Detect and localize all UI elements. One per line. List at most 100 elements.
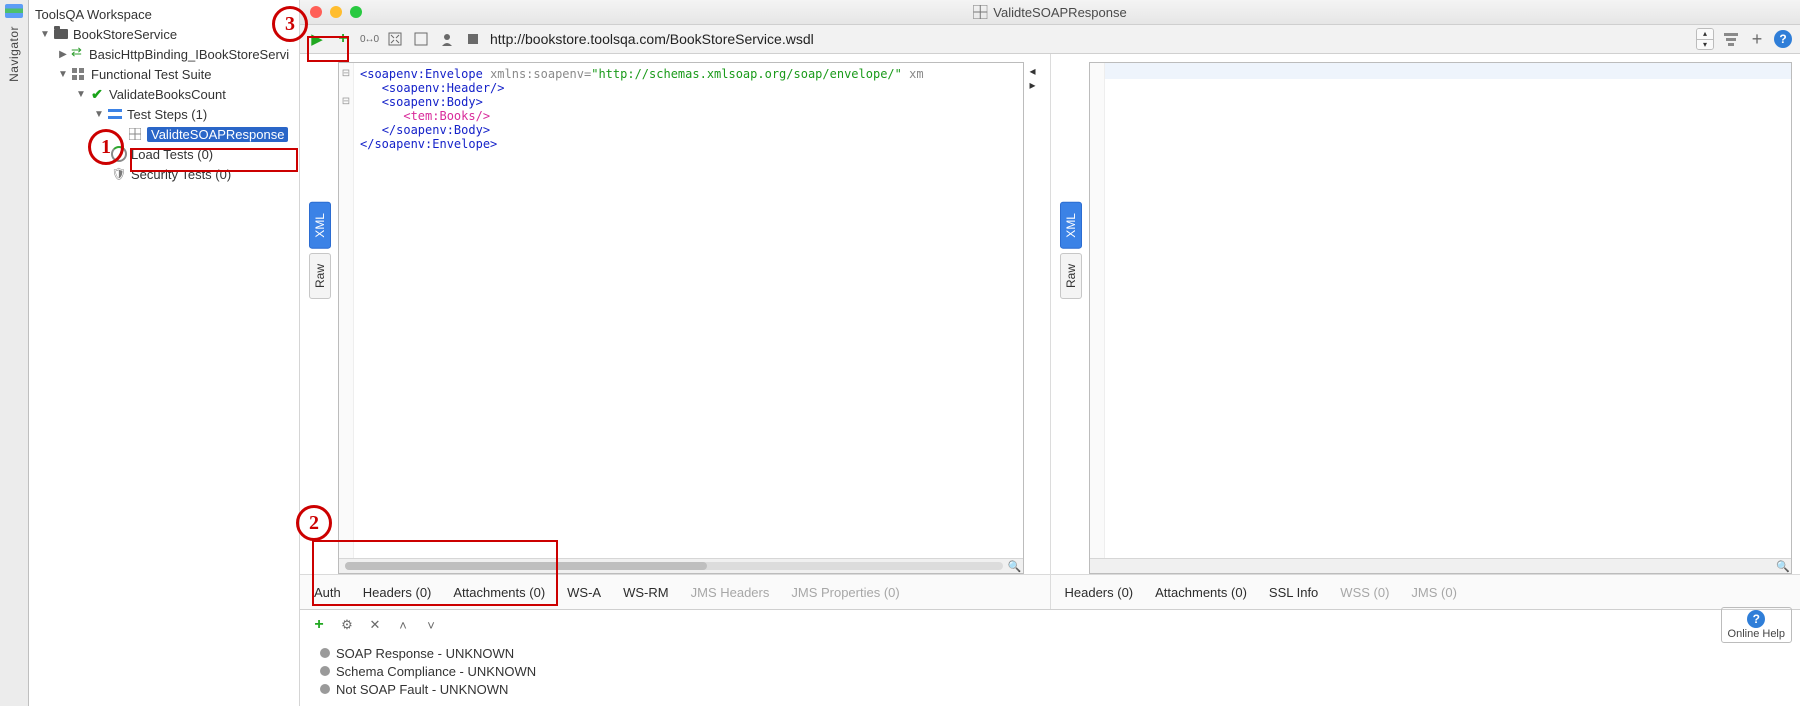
- editor-footer: 🔍: [1090, 558, 1792, 573]
- window-title: ValidteSOAPResponse: [973, 5, 1126, 20]
- twisty-icon[interactable]: ▼: [57, 68, 69, 80]
- editor-gutter: ⊟ ⊟: [339, 63, 354, 558]
- tree-label: BookStoreService: [73, 27, 177, 42]
- callout-2-box: [312, 540, 558, 606]
- request-panel: XML Raw ⊟ ⊟ <soapenv:Envelope xmlns:soap…: [300, 54, 1051, 609]
- tree-testcase[interactable]: ▼ ✔ ValidateBooksCount: [29, 84, 299, 104]
- status-dot-icon: [320, 648, 330, 658]
- assertion-item[interactable]: Not SOAP Fault - UNKNOWN: [320, 680, 1788, 698]
- assertions-toolbar: + ⚙ ✕ ˄ ˅ ? Online Help: [300, 609, 1800, 640]
- tree-label: ValidateBooksCount: [109, 87, 226, 102]
- close-window-button[interactable]: [310, 6, 322, 18]
- toolbar-box-icon[interactable]: [412, 30, 430, 48]
- callout-2: 2: [296, 505, 332, 541]
- tab-wsa[interactable]: WS-A: [567, 585, 601, 600]
- assertion-label: Schema Compliance - UNKNOWN: [336, 664, 536, 679]
- callout-3-box: [307, 36, 349, 62]
- add-assertion-button[interactable]: +: [310, 616, 328, 634]
- toolbar-stop-icon[interactable]: [464, 30, 482, 48]
- vtab-xml[interactable]: XML: [1060, 202, 1082, 249]
- tree-workspace[interactable]: ToolsQA Workspace: [29, 4, 299, 24]
- zoom-window-button[interactable]: [350, 6, 362, 18]
- assertion-label: Not SOAP Fault - UNKNOWN: [336, 682, 508, 697]
- online-help-button[interactable]: ? Online Help: [1721, 607, 1792, 643]
- tab-jmsproperties[interactable]: JMS Properties (0): [791, 585, 899, 600]
- tree-teststep-selected[interactable]: ValidteSOAPResponse: [29, 124, 299, 144]
- toolbar-plus-icon[interactable]: +: [1748, 30, 1766, 48]
- navigator-icon[interactable]: [5, 4, 23, 18]
- window-title-text: ValidteSOAPResponse: [993, 5, 1126, 20]
- soap-request-icon: [973, 5, 987, 19]
- request-xml-content[interactable]: <soapenv:Envelope xmlns:soapenv="http://…: [354, 63, 1023, 558]
- minimize-window-button[interactable]: [330, 6, 342, 18]
- callout-3: 3: [272, 6, 308, 42]
- window-titlebar: ValidteSOAPResponse: [300, 0, 1800, 25]
- tab-jmsheaders[interactable]: JMS Headers: [691, 585, 770, 600]
- toolbar-action-1[interactable]: 0↔0: [360, 30, 378, 48]
- tree-label: Test Steps (1): [127, 107, 207, 122]
- tree-label: ToolsQA Workspace: [35, 7, 152, 22]
- tab-attachments[interactable]: Attachments (0): [1155, 585, 1247, 600]
- request-editor[interactable]: ⊟ ⊟ <soapenv:Envelope xmlns:soapenv="htt…: [338, 62, 1024, 574]
- tab-headers[interactable]: Headers (0): [1065, 585, 1134, 600]
- tab-jms[interactable]: JMS (0): [1411, 585, 1457, 600]
- navigator-label: Navigator: [7, 26, 21, 82]
- callout-1-box: [130, 148, 298, 172]
- toolbar-user-icon[interactable]: [438, 30, 456, 48]
- testcase-icon: ✔: [89, 86, 105, 102]
- tree-label: ValidteSOAPResponse: [147, 127, 288, 142]
- status-dot-icon: [320, 684, 330, 694]
- exchange-arrows[interactable]: ◂▸: [1024, 62, 1042, 574]
- teststeps-icon: [107, 106, 123, 122]
- assertion-label: SOAP Response - UNKNOWN: [336, 646, 514, 661]
- vtab-xml[interactable]: XML: [309, 202, 331, 249]
- twisty-icon[interactable]: ▶: [57, 48, 69, 60]
- project-tree: ToolsQA Workspace ▼ BookStoreService ▶ B…: [29, 0, 300, 706]
- assertions-list: SOAP Response - UNKNOWN Schema Complianc…: [300, 640, 1800, 706]
- tab-ssl[interactable]: SSL Info: [1269, 585, 1318, 600]
- twisty-icon[interactable]: ▼: [39, 28, 51, 40]
- tab-wsrm[interactable]: WS-RM: [623, 585, 669, 600]
- response-vtabs: XML Raw: [1059, 202, 1083, 574]
- response-xml-content[interactable]: [1105, 63, 1792, 558]
- folder-icon: [53, 26, 69, 42]
- response-editor[interactable]: 🔍: [1089, 62, 1793, 574]
- vtab-raw[interactable]: Raw: [1060, 253, 1082, 299]
- status-dot-icon: [320, 666, 330, 676]
- toolbar-filter-icon[interactable]: [1722, 30, 1740, 48]
- tree-project[interactable]: ▼ BookStoreService: [29, 24, 299, 44]
- endpoint-stepper[interactable]: ▴▾: [1696, 28, 1714, 50]
- tree-label: Functional Test Suite: [91, 67, 211, 82]
- navigator-strip: Navigator: [0, 0, 29, 706]
- window-controls: [310, 6, 362, 18]
- editor-search-icon[interactable]: 🔍: [1777, 560, 1789, 572]
- assertion-item[interactable]: SOAP Response - UNKNOWN: [320, 644, 1788, 662]
- soap-request-icon: [127, 126, 143, 142]
- remove-assertion-button[interactable]: ✕: [366, 616, 384, 634]
- request-toolbar: ▶ + 0↔0 http://bookstore.toolsqa.com/Boo…: [300, 25, 1800, 54]
- twisty-icon[interactable]: ▼: [75, 88, 87, 100]
- tree-binding[interactable]: ▶ BasicHttpBinding_IBookStoreServi: [29, 44, 299, 64]
- tree-suite[interactable]: ▼ Functional Test Suite: [29, 64, 299, 84]
- move-down-button[interactable]: ˅: [422, 616, 440, 634]
- vtab-raw[interactable]: Raw: [309, 253, 331, 299]
- response-panel: XML Raw 🔍 Heade: [1051, 54, 1800, 609]
- assertion-item[interactable]: Schema Compliance - UNKNOWN: [320, 662, 1788, 680]
- endpoint-url[interactable]: http://bookstore.toolsqa.com/BookStoreSe…: [490, 31, 1688, 47]
- twisty-icon[interactable]: ▼: [93, 108, 105, 120]
- tab-wss[interactable]: WSS (0): [1340, 585, 1389, 600]
- security-icon: 🛡: [111, 166, 127, 182]
- help-icon: ?: [1747, 610, 1765, 628]
- online-help-label: Online Help: [1728, 628, 1785, 640]
- editor-search-icon[interactable]: 🔍: [1009, 560, 1021, 572]
- interface-icon: [71, 47, 85, 61]
- toolbar-expand-icon[interactable]: [386, 30, 404, 48]
- tree-teststeps[interactable]: ▼ Test Steps (1): [29, 104, 299, 124]
- tree-label: BasicHttpBinding_IBookStoreServi: [89, 47, 289, 62]
- configure-assertion-button[interactable]: ⚙: [338, 616, 356, 634]
- response-bottom-tabs: Headers (0) Attachments (0) SSL Info WSS…: [1051, 574, 1800, 609]
- testsuite-icon: [71, 66, 87, 82]
- callout-1: 1: [88, 129, 124, 165]
- help-icon[interactable]: ?: [1774, 30, 1792, 48]
- move-up-button[interactable]: ˄: [394, 616, 412, 634]
